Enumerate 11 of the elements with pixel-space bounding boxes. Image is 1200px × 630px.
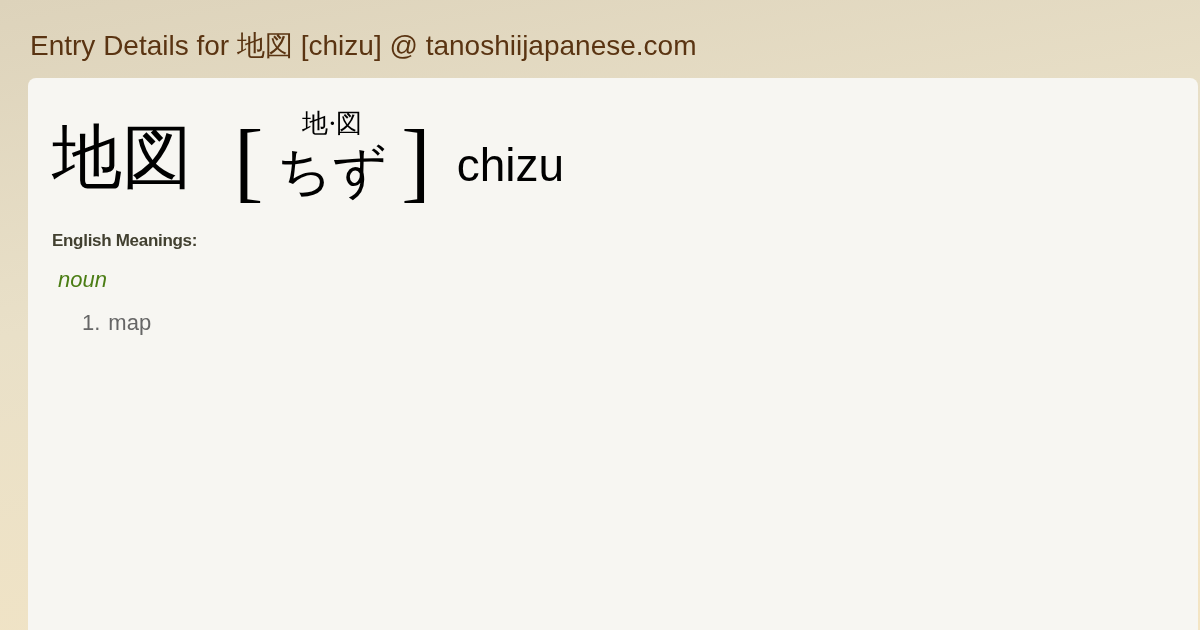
part-of-speech: noun xyxy=(58,265,107,293)
bracket: [ xyxy=(234,118,264,206)
meanings-heading: English Meanings: xyxy=(52,230,198,252)
bracket: ] xyxy=(401,118,431,206)
headword: 地図 xyxy=(52,122,192,192)
kana-reading: ちず xyxy=(277,144,388,198)
romaji-reading: chizu xyxy=(456,142,564,188)
sense-text: map xyxy=(108,309,152,337)
sense-number: 1. xyxy=(82,309,101,337)
furigana: 地·図 xyxy=(302,110,363,136)
page-title: Entry Details for 地図 [chizu] @ tanoshiijapanese.com xyxy=(30,32,697,60)
